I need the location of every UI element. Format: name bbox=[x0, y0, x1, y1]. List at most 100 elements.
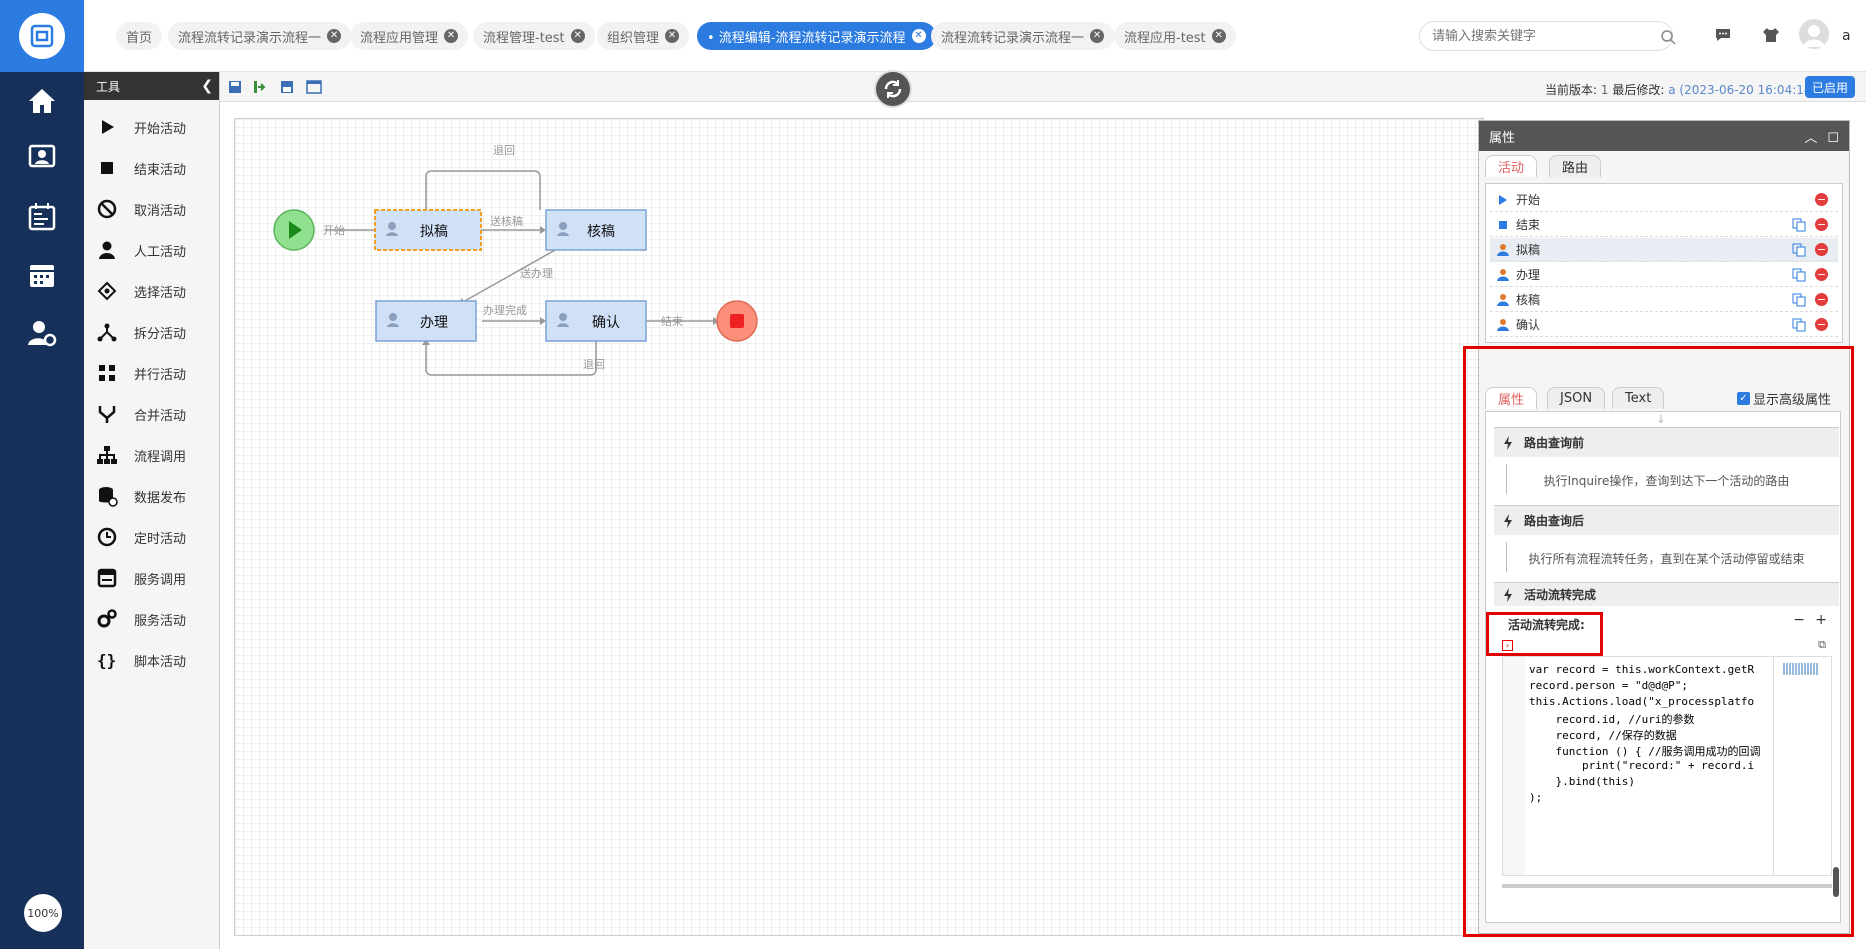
end-node[interactable] bbox=[716, 300, 758, 342]
zoom-indicator[interactable]: 100% bbox=[24, 894, 62, 932]
copy-icon[interactable] bbox=[1792, 268, 1806, 282]
activity-row-handle[interactable]: 办理 − bbox=[1490, 263, 1838, 287]
tab-label: 组织管理 bbox=[607, 30, 660, 46]
node-review[interactable]: 核稿 bbox=[545, 209, 647, 251]
window-icon bbox=[97, 568, 117, 588]
layout-icon[interactable] bbox=[306, 80, 322, 94]
activity-row-end[interactable]: 结束 − bbox=[1490, 213, 1838, 237]
tab-flow-edit[interactable]: • 流程编辑-流程流转记录演示流程 ✕ bbox=[697, 22, 936, 50]
tool-service-activity[interactable]: 服务活动 bbox=[84, 599, 220, 639]
calendar-icon[interactable] bbox=[25, 258, 59, 292]
start-icon bbox=[1499, 194, 1507, 205]
status-badge: 已启用 bbox=[1805, 76, 1855, 98]
node-handle[interactable]: 办理 bbox=[375, 300, 477, 342]
close-icon[interactable]: ✕ bbox=[327, 29, 342, 43]
tab-flow-app-manage[interactable]: 流程应用管理 ✕ bbox=[350, 22, 469, 50]
tool-label: 拆分活动 bbox=[134, 326, 187, 342]
tool-label: 取消活动 bbox=[134, 203, 187, 219]
avatar[interactable] bbox=[1799, 19, 1829, 49]
flow-canvas[interactable]: 开始 退回 送核稿 送办理 办理完成 结束 退回 拟稿 核稿 办理 确认 bbox=[234, 118, 1484, 936]
export-icon[interactable] bbox=[252, 79, 268, 95]
tool-label: 定时活动 bbox=[134, 531, 187, 547]
tool-service-invoke[interactable]: 服务调用 bbox=[84, 558, 220, 598]
copy-icon[interactable] bbox=[1792, 293, 1806, 307]
search-icon[interactable] bbox=[1660, 29, 1676, 45]
save-as-icon[interactable] bbox=[280, 80, 294, 94]
edge-back-bottom bbox=[425, 341, 597, 376]
delete-icon[interactable]: − bbox=[1815, 318, 1828, 331]
tool-label: 服务活动 bbox=[134, 613, 187, 629]
node-label: 拟稿 bbox=[420, 224, 448, 240]
tool-end-activity[interactable]: 结束活动 bbox=[84, 148, 220, 188]
close-icon[interactable]: ✕ bbox=[444, 29, 459, 43]
tab-flow-app-test[interactable]: 流程应用-test ✕ bbox=[1114, 22, 1236, 50]
node-label: 办理 bbox=[420, 315, 448, 331]
tool-start-activity[interactable]: 开始活动 bbox=[84, 107, 220, 147]
chat-icon[interactable] bbox=[1714, 26, 1732, 44]
tool-cancel-activity[interactable]: 取消活动 bbox=[84, 189, 220, 229]
copy-icon[interactable] bbox=[1792, 318, 1806, 332]
top-bar: 首页 流程流转记录演示流程一 ✕ 流程应用管理 ✕ 流程管理-test ✕ 组织管理 ✕… bbox=[84, 0, 1866, 72]
tool-subprocess[interactable]: 流程调用 bbox=[84, 435, 220, 475]
tab-activity[interactable]: 活动 bbox=[1485, 155, 1538, 177]
delete-icon[interactable]: − bbox=[1815, 193, 1828, 206]
maximize-icon[interactable]: ☐ bbox=[1827, 131, 1839, 146]
tool-script-activity[interactable]: {} 脚本活动 bbox=[84, 640, 220, 680]
tool-timer-activity[interactable]: 定时活动 bbox=[84, 517, 220, 557]
tab-flow-manage-test[interactable]: 流程管理-test ✕ bbox=[473, 22, 595, 50]
tab-route[interactable]: 路由 bbox=[1549, 155, 1602, 177]
properties-title: 属性 bbox=[1489, 130, 1516, 146]
collapse-up-icon[interactable]: ︿ bbox=[1804, 131, 1817, 146]
tool-data-publish[interactable]: 数据发布 bbox=[84, 476, 220, 516]
node-label: 确认 bbox=[592, 315, 620, 331]
activity-row-draft[interactable]: 拟稿 − bbox=[1490, 238, 1838, 262]
tool-merge-activity[interactable]: 合并活动 bbox=[84, 394, 220, 434]
refresh-button[interactable] bbox=[874, 70, 912, 108]
collapse-icon[interactable]: ❮ bbox=[201, 78, 213, 94]
user-card-icon[interactable] bbox=[25, 140, 59, 174]
home-icon[interactable] bbox=[25, 84, 59, 118]
copy-icon[interactable] bbox=[1792, 218, 1806, 232]
tool-split-activity[interactable]: 拆分活动 bbox=[84, 312, 220, 352]
delete-icon[interactable]: − bbox=[1815, 243, 1828, 256]
tab-label: • 流程编辑-流程流转记录演示流程 bbox=[707, 30, 906, 46]
highlight-box-label bbox=[1486, 612, 1603, 656]
tool-parallel-activity[interactable]: 并行活动 bbox=[84, 353, 220, 393]
calendar-list-icon[interactable] bbox=[25, 200, 59, 234]
delete-icon[interactable]: − bbox=[1815, 268, 1828, 281]
app-logo[interactable] bbox=[0, 0, 84, 72]
svg-text:{}: {} bbox=[97, 651, 116, 670]
tab-label: 流程应用-test bbox=[1124, 30, 1206, 46]
edge-label: 送办理 bbox=[520, 266, 553, 280]
tool-choice-activity[interactable]: 选择活动 bbox=[84, 271, 220, 311]
close-icon[interactable]: ✕ bbox=[1211, 29, 1226, 43]
activity-row-start[interactable]: 开始 − bbox=[1490, 188, 1838, 212]
node-draft[interactable]: 拟稿 bbox=[374, 209, 482, 251]
search-input[interactable] bbox=[1419, 21, 1673, 51]
close-icon[interactable]: ✕ bbox=[570, 29, 585, 43]
skin-icon[interactable] bbox=[1762, 26, 1780, 44]
close-icon[interactable]: ✕ bbox=[1090, 29, 1105, 43]
activity-row-confirm[interactable]: 确认 − bbox=[1490, 313, 1838, 337]
tool-manual-activity[interactable]: 人工活动 bbox=[84, 230, 220, 270]
tab-org-manage[interactable]: 组织管理 ✕ bbox=[597, 22, 690, 50]
tool-panel-title: 工具 bbox=[96, 79, 121, 94]
copy-icon[interactable] bbox=[1792, 243, 1806, 257]
node-confirm[interactable]: 确认 bbox=[545, 300, 647, 342]
delete-icon[interactable]: − bbox=[1815, 218, 1828, 231]
tool-label: 数据发布 bbox=[134, 490, 187, 506]
activity-list: 开始 − 结束 − 拟稿 − 办理 − 核稿 − 确认 − bbox=[1485, 183, 1843, 343]
org-chart-icon bbox=[97, 446, 117, 464]
merge-icon bbox=[98, 406, 116, 423]
start-node[interactable] bbox=[273, 209, 315, 251]
close-icon[interactable]: ✕ bbox=[911, 29, 926, 43]
delete-icon[interactable]: − bbox=[1815, 293, 1828, 306]
user-settings-icon[interactable] bbox=[25, 316, 59, 350]
tab-home[interactable]: 首页 bbox=[116, 22, 163, 50]
tab-flow-record-demo-2[interactable]: 流程流转记录演示流程一 ✕ bbox=[931, 22, 1115, 50]
username[interactable]: a bbox=[1842, 28, 1851, 44]
save-icon[interactable] bbox=[228, 80, 242, 94]
close-icon[interactable]: ✕ bbox=[665, 29, 680, 43]
tab-flow-record-demo[interactable]: 流程流转记录演示流程一 ✕ bbox=[168, 22, 352, 50]
activity-row-review[interactable]: 核稿 − bbox=[1490, 288, 1838, 312]
